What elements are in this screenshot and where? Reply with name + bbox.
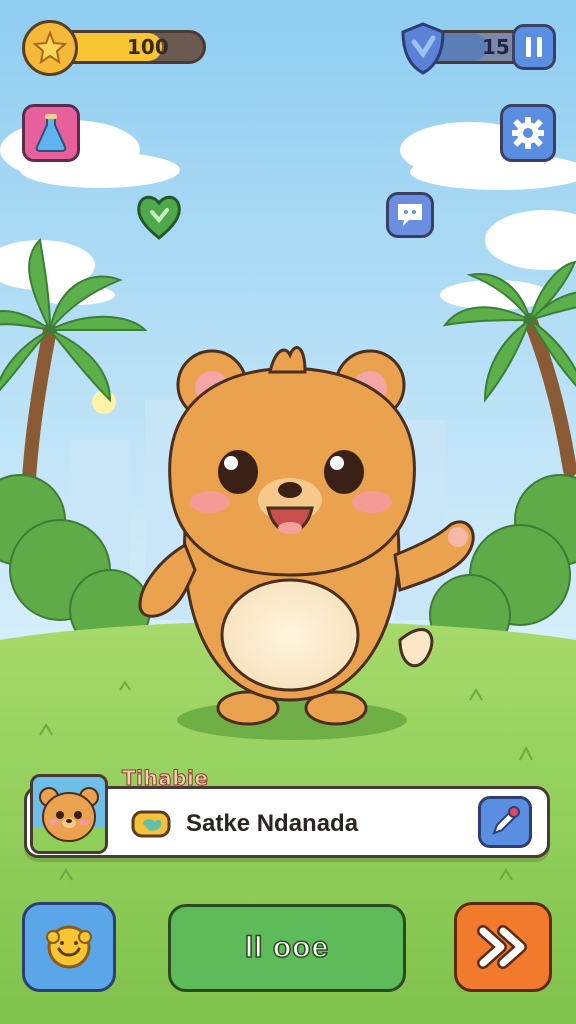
gear-icon: [512, 117, 544, 149]
pet-name: Satke Ndanada: [186, 810, 359, 837]
pet-tag-label: Tihabie: [121, 766, 209, 791]
emote-button[interactable]: [22, 902, 116, 992]
pet-shadow: [177, 700, 407, 740]
chat-button[interactable]: [386, 192, 434, 238]
potion-button[interactable]: [22, 104, 80, 162]
pause-icon: [526, 37, 542, 57]
double-arrow-icon: [477, 925, 527, 969]
settings-button[interactable]: [500, 104, 556, 162]
pause-button[interactable]: [512, 24, 556, 70]
star-coin-icon[interactable]: [22, 20, 78, 76]
pet-avatar: [30, 774, 108, 854]
background-scene: [0, 0, 576, 1024]
smile-icon: [46, 925, 92, 969]
bear-avatar-icon: [33, 787, 105, 851]
main-action-button[interactable]: ll ooe: [168, 904, 406, 992]
pencil-icon: [492, 806, 520, 835]
chat-icon: [398, 204, 422, 226]
next-button[interactable]: [454, 902, 552, 992]
star-icon: [32, 30, 68, 65]
main-action-label: ll ooe: [244, 930, 330, 965]
heart-icon[interactable]: [134, 190, 184, 242]
tag-icon: [131, 808, 171, 840]
edit-name-button[interactable]: [478, 796, 532, 848]
level-count: 15: [482, 35, 510, 59]
game-screen: 100 15 Tihabie Satke Ndanada ll ooe: [0, 0, 576, 1024]
shield-icon: [398, 20, 448, 76]
potion-icon: [35, 114, 67, 152]
coin-count: 100: [127, 35, 169, 59]
